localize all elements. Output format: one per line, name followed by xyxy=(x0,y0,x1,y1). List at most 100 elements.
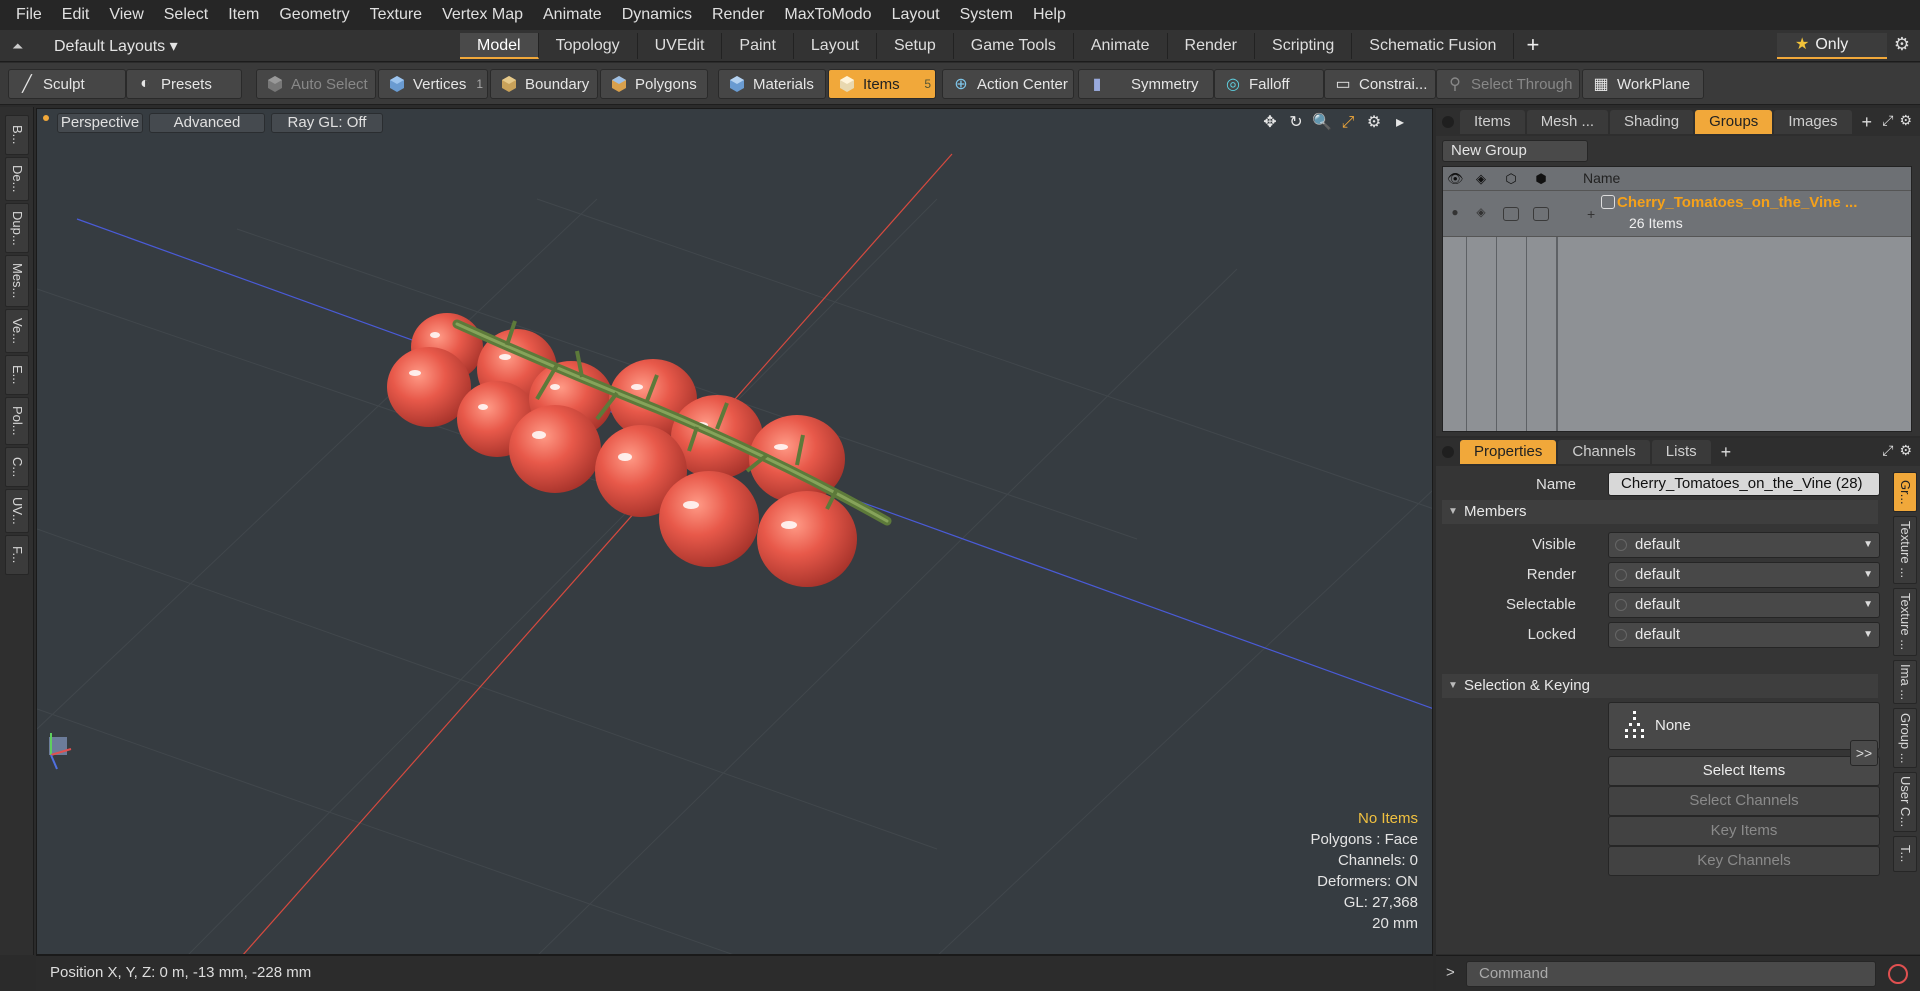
tab-properties[interactable]: Properties xyxy=(1460,440,1557,464)
pan-icon[interactable]: ✥ xyxy=(1260,113,1280,133)
select-channels-button[interactable]: Select Channels xyxy=(1608,786,1880,816)
workplane-button[interactable]: ▦ WorkPlane xyxy=(1582,69,1704,99)
fit-icon[interactable]: ⤢ xyxy=(1338,113,1358,133)
symmetry-button[interactable]: ▮ Symmetry xyxy=(1078,69,1214,99)
render-icon[interactable]: ◈ xyxy=(1473,171,1489,187)
key-channels-button[interactable]: Key Channels xyxy=(1608,846,1880,876)
selectable-select[interactable]: default ▼ xyxy=(1608,592,1880,618)
locked-select[interactable]: default ▼ xyxy=(1608,622,1880,648)
strip-tab-deform[interactable]: De... xyxy=(5,157,29,201)
props-gear-icon[interactable]: ⚙ xyxy=(1899,442,1912,459)
strip-tab-texture-2[interactable]: Texture ... xyxy=(1893,588,1917,656)
select-items-button[interactable]: Select Items xyxy=(1608,756,1880,786)
auto-select-button[interactable]: Auto Select xyxy=(256,69,376,99)
tab-render[interactable]: Render xyxy=(1168,33,1256,59)
raygl-button[interactable]: Ray GL: Off xyxy=(271,113,383,133)
strip-tab-texture-1[interactable]: Texture ... xyxy=(1893,516,1917,584)
strip-tab-user-channels[interactable]: User C... xyxy=(1893,772,1917,832)
visible-select[interactable]: default ▼ xyxy=(1608,532,1880,558)
menu-vertex-map[interactable]: Vertex Map xyxy=(432,0,533,30)
more-button[interactable]: >> xyxy=(1850,740,1878,766)
add-props-tab-icon[interactable]: + xyxy=(1721,442,1732,463)
panel-menu-dot-icon[interactable] xyxy=(1442,116,1454,128)
tab-uvedit[interactable]: UVEdit xyxy=(638,33,723,59)
only-toggle[interactable]: ★ Only xyxy=(1777,33,1887,59)
new-group-button[interactable]: New Group xyxy=(1442,140,1588,162)
menu-layout[interactable]: Layout xyxy=(882,0,950,30)
gear-icon[interactable]: ⚙ xyxy=(1890,34,1914,58)
rotate-icon[interactable]: ↻ xyxy=(1286,113,1306,133)
strip-tab-polygon[interactable]: Pol... xyxy=(5,397,29,445)
menu-animate[interactable]: Animate xyxy=(533,0,612,30)
tab-setup[interactable]: Setup xyxy=(877,33,954,59)
lock-cube-icon[interactable]: ⬢ xyxy=(1533,171,1549,187)
menu-view[interactable]: View xyxy=(99,0,153,30)
strip-tab-image[interactable]: Ima ... xyxy=(1893,660,1917,704)
tab-model[interactable]: Model xyxy=(460,33,539,59)
materials-button[interactable]: Materials xyxy=(718,69,826,99)
menu-system[interactable]: System xyxy=(950,0,1023,30)
command-input[interactable]: Command xyxy=(1466,961,1876,987)
strip-tab-group[interactable]: Gr... xyxy=(1893,472,1917,512)
menu-select[interactable]: Select xyxy=(154,0,218,30)
constraints-button[interactable]: ▭ Constrai... xyxy=(1324,69,1436,99)
row-render-icon[interactable]: ◈ xyxy=(1473,205,1489,221)
strip-tab-duplicate[interactable]: Dup... xyxy=(5,203,29,253)
tab-topology[interactable]: Topology xyxy=(539,33,638,59)
zoom-icon[interactable]: 🔍 xyxy=(1312,113,1332,133)
name-column-header[interactable]: Name xyxy=(1583,170,1620,186)
perspective-button[interactable]: Perspective xyxy=(57,113,143,133)
menu-dynamics[interactable]: Dynamics xyxy=(612,0,702,30)
record-macro-icon[interactable] xyxy=(1888,964,1908,984)
viewport-menu-dot-icon[interactable] xyxy=(43,115,49,121)
strip-tab-basic[interactable]: B... xyxy=(5,115,29,155)
render-select[interactable]: default ▼ xyxy=(1608,562,1880,588)
menu-geometry[interactable]: Geometry xyxy=(269,0,359,30)
row-select-checkbox[interactable] xyxy=(1503,207,1519,221)
strip-tab-t[interactable]: T... xyxy=(1893,836,1917,872)
props-menu-dot-icon[interactable] xyxy=(1442,446,1454,458)
tab-game-tools[interactable]: Game Tools xyxy=(954,33,1074,59)
menu-texture[interactable]: Texture xyxy=(360,0,432,30)
strip-tab-mesh[interactable]: Mes... xyxy=(5,255,29,307)
tab-scripting[interactable]: Scripting xyxy=(1255,33,1353,59)
strip-tab-fusion[interactable]: F... xyxy=(5,535,29,575)
strip-tab-group-2[interactable]: Group ... xyxy=(1893,708,1917,768)
menu-edit[interactable]: Edit xyxy=(52,0,100,30)
tab-schematic-fusion[interactable]: Schematic Fusion xyxy=(1352,33,1515,59)
3d-viewport[interactable]: Perspective Advanced Ray GL: Off ✥ ↻ 🔍 ⤢… xyxy=(36,108,1433,955)
selection-keying-section[interactable]: ▼ Selection & Keying xyxy=(1442,674,1878,698)
advanced-button[interactable]: Advanced xyxy=(149,113,265,133)
add-tab-icon[interactable]: + xyxy=(1514,33,1551,59)
presets-button[interactable]: ◐ Presets xyxy=(126,69,242,99)
viewport-gear-icon[interactable]: ⚙ xyxy=(1364,113,1384,133)
strip-tab-curve[interactable]: C... xyxy=(5,447,29,487)
key-items-button[interactable]: Key Items xyxy=(1608,816,1880,846)
expand-panel-icon[interactable]: ⤢ xyxy=(1882,112,1893,129)
select-through-button[interactable]: ⚲ Select Through xyxy=(1436,69,1580,99)
menu-maxtomodo[interactable]: MaxToModo xyxy=(774,0,881,30)
sculpt-button[interactable]: ╱ Sculpt xyxy=(8,69,126,99)
select-cube-icon[interactable]: ⬡ xyxy=(1503,171,1519,187)
add-panel-tab-icon[interactable]: + xyxy=(1862,112,1873,133)
strip-tab-edge[interactable]: E... xyxy=(5,355,29,395)
menu-render[interactable]: Render xyxy=(702,0,774,30)
expand-group-icon[interactable]: + xyxy=(1587,206,1595,222)
strip-tab-vertex[interactable]: Ve... xyxy=(5,309,29,353)
panel-gear-icon[interactable]: ⚙ xyxy=(1899,112,1912,129)
tab-shading[interactable]: Shading xyxy=(1610,110,1694,134)
tab-items[interactable]: Items xyxy=(1460,110,1525,134)
default-layouts-dropdown[interactable]: Default Layouts ▾ xyxy=(54,36,178,56)
eye-icon[interactable]: 👁 xyxy=(1447,171,1464,187)
none-selection-button[interactable]: None xyxy=(1608,702,1880,750)
boundary-button[interactable]: Boundary xyxy=(490,69,598,99)
row-lock-checkbox[interactable] xyxy=(1533,207,1549,221)
menu-item[interactable]: Item xyxy=(218,0,269,30)
collapse-up-icon[interactable]: ⏶ xyxy=(12,38,28,54)
polygons-button[interactable]: Polygons xyxy=(600,69,708,99)
tab-paint[interactable]: Paint xyxy=(722,33,794,59)
members-section[interactable]: ▼ Members xyxy=(1442,500,1878,524)
tab-lists[interactable]: Lists xyxy=(1651,440,1711,464)
menu-file[interactable]: File xyxy=(6,0,52,30)
tab-groups[interactable]: Groups xyxy=(1695,110,1773,134)
